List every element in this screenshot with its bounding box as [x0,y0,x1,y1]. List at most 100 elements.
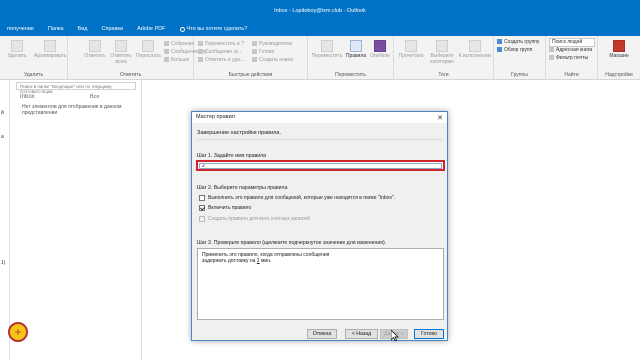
group-icon [497,39,502,44]
group-groups: Создать группу Обзор групп Группы [494,36,546,80]
team-icon [198,49,203,54]
forward-icon [142,40,154,52]
rules-button[interactable]: Правила [344,40,368,59]
address-book-label: Адресная книга [556,47,593,53]
step3-label: Шаг 3. Проверьте правило (щелкните подче… [197,240,387,246]
lightbulb-icon [179,26,185,32]
folder-count: 1) [1,260,6,266]
folder-item[interactable]: й [0,110,9,116]
group-addins: Магазин Надстройки [598,36,640,80]
delete-icon [11,40,23,52]
flag-icon [469,40,481,52]
tab-adobe-pdf[interactable]: Adobe PDF [130,24,172,34]
move-folder-icon [198,41,203,46]
run-now-checkbox[interactable]: Выполнить это правило для сообщений, кот… [199,195,395,201]
cancel-button[interactable]: Отмена [307,329,337,339]
tab-receive[interactable]: получение [0,24,41,34]
folder-item[interactable]: а [0,134,9,140]
tab-help[interactable]: Справка [95,24,131,34]
done-icon [252,49,257,54]
dialog-buttons: Отмена < Назад Далее > Готово [192,329,447,341]
quick-step-reply-delete[interactable]: Ответить и уда... [198,57,244,64]
address-book-icon [549,47,554,52]
tell-me-box[interactable]: Что вы хотите сделать? [173,24,255,34]
quick-step-done[interactable]: Готово [252,49,274,56]
address-book-button[interactable]: Адресная книга [549,47,592,54]
reply-all-icon [115,40,127,52]
browse-groups-button[interactable]: Обзор групп [497,47,532,54]
search-people-label: Поиск людей [552,39,583,45]
group-groups-label: Группы [511,72,528,78]
forward-button[interactable]: Переслать [136,40,161,59]
group-addins-label: Надстройки [605,72,633,78]
envelope-icon [405,40,417,52]
outlook-window: Inbox - Lopitoboy@ixm.club - Outlook пол… [0,0,640,360]
tab-folder[interactable]: Папка [41,24,71,34]
empty-message: Нет элементов для отображения в данном п… [22,104,122,116]
rule-description-box: Применить это правило, когда отправлены … [197,248,444,320]
divider [197,139,442,140]
delete-button[interactable]: Удалить [4,40,30,59]
ribbon: Удалить Архивировать Удалить Ответить От… [0,36,640,80]
onenote-button[interactable]: OneNote [368,40,392,59]
group-find-label: Найти [564,72,579,78]
category-icon [436,40,448,52]
quick-step-label: Переместить в ? [205,41,244,47]
enable-rule-checkbox[interactable]: Включить правило [199,205,251,211]
followup-button[interactable]: К исполнению [458,40,492,59]
store-button[interactable]: Магазин [604,40,634,59]
tell-me-label: Что вы хотите сделать? [186,26,248,32]
search-placeholder: Поиск в папке "Входящие" или по текущему… [20,84,112,94]
search-input[interactable]: Поиск в папке "Входящие" или по текущему… [16,82,136,94]
message-list: Поиск в папке "Входящие" или по текущему… [10,80,142,360]
browse-groups-icon [497,47,502,52]
create-new-icon [252,57,257,62]
quick-step-create[interactable]: Создать новое [252,57,293,64]
search-people-input[interactable]: Поиск людей [549,38,595,47]
plus-badge-icon: + [8,322,28,342]
filter-mail-button[interactable]: Фильтр почты [549,55,588,62]
checkbox-disabled [199,216,205,222]
quick-step-manager[interactable]: Руководителю [252,41,292,48]
im-icon [164,49,169,54]
archive-button[interactable]: Архивировать [34,40,67,59]
read-button[interactable]: Прочитано [396,40,426,59]
quick-step-label: Ответить и уда... [205,57,245,63]
finish-button[interactable]: Готово [414,329,444,339]
quick-step-label: Создать новое [259,57,294,63]
ribbon-tabs: получение Папка Вид Справка Adobe PDF Чт… [0,24,254,34]
followup-label: К исполнению [458,53,492,59]
group-respond-label: Ответить [119,72,142,78]
new-group-button[interactable]: Создать группу [497,39,539,46]
rules-label: Правила [345,53,367,59]
rule-description-suffix: мин. [259,258,272,264]
back-button[interactable]: < Назад [345,329,378,339]
rule-name-input[interactable] [199,163,442,169]
run-now-label: Выполнить это правило для сообщений, кот… [208,195,396,201]
tab-view[interactable]: Вид [71,24,95,34]
folder-pane: й а 1) [0,80,10,360]
filter-icon [549,55,554,60]
rule-description-text: задержать доставку на [202,258,257,264]
quick-step-team[interactable]: Сообщение гр... [198,49,242,56]
step2-label: Шаг 2. Выберите параметры правила [197,185,288,191]
filter-all-dropdown[interactable]: Все [90,94,99,100]
more-respond-button[interactable]: Больше [164,57,189,64]
dialog-title-bar: Мастер правил ✕ [192,112,447,123]
close-icon[interactable]: ✕ [437,113,443,124]
move-icon [321,40,333,52]
forward-label: Переслать [136,53,161,59]
reply-all-button[interactable]: Ответить всем [108,40,134,65]
meeting-icon [164,41,169,46]
move-button[interactable]: Переместить [310,40,344,59]
manager-icon [252,41,257,46]
quick-step-move[interactable]: Переместить в ? [198,41,244,48]
reply-all-label: Ответить всем [110,53,132,65]
quick-step-label: Руководителю [259,41,293,47]
folder-title: Inbox [20,94,35,100]
all-accounts-label: Создать правило для всех учетных записей [208,216,310,222]
reply-button[interactable]: Ответить [82,40,108,59]
categorize-button[interactable]: Выберите категорию [426,40,458,65]
categorize-label: Выберите категорию [430,53,454,65]
meeting-button[interactable]: Собрание [164,41,194,48]
